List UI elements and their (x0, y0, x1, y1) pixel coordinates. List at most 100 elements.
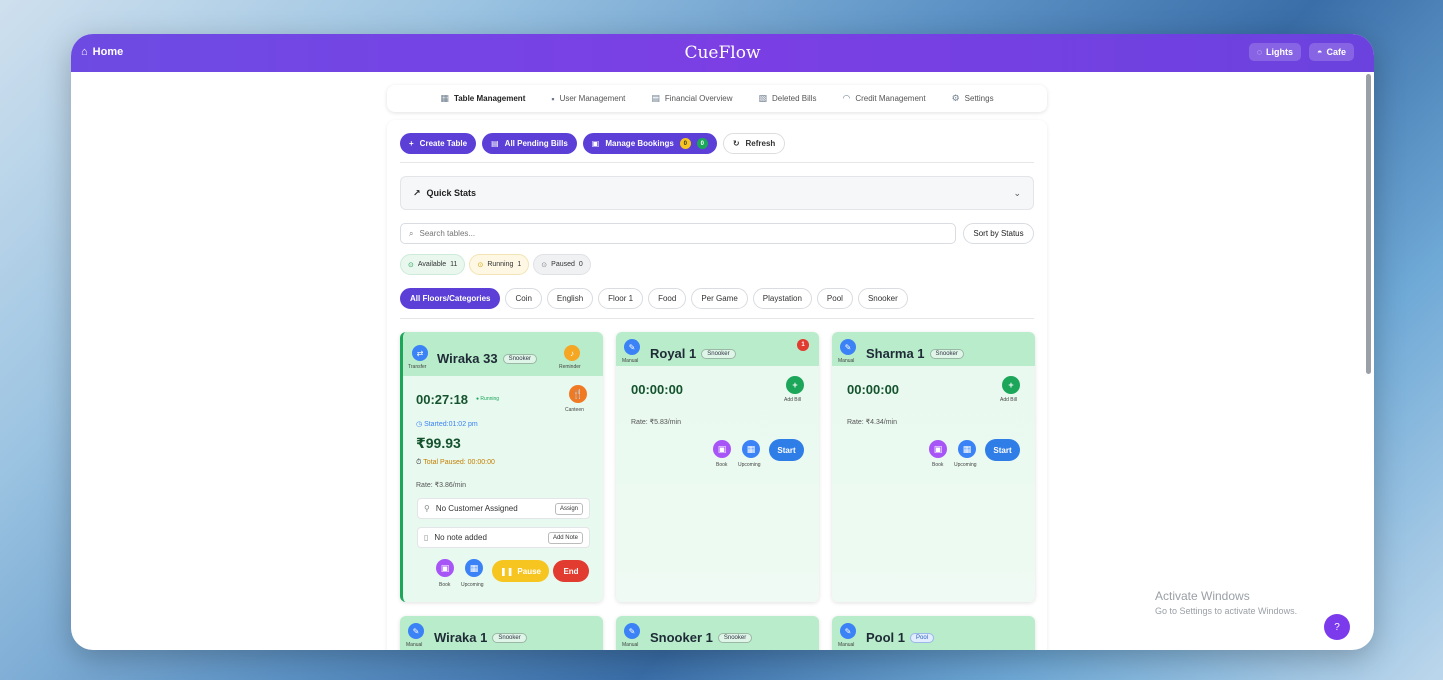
canteen-icon[interactable]: 🍴 (569, 385, 587, 403)
filter-count: 0 (578, 261, 583, 268)
help-button[interactable]: ? (1324, 614, 1350, 640)
book-button[interactable]: ▣ (436, 559, 454, 577)
button-label: All Pending Bills (504, 139, 568, 148)
search-input[interactable] (419, 229, 920, 238)
filter-label: Paused (551, 261, 575, 268)
chef-hat-icon: ◓ (1317, 47, 1323, 57)
category-coin[interactable]: Coin (505, 288, 542, 309)
main-tabs: ▦ Table Management ▪ User Management ▤ Fina… (387, 85, 1047, 112)
transfer-icon[interactable]: ⇄ (412, 345, 428, 361)
note-icon: ▯ (424, 533, 429, 542)
book-button[interactable]: ▣ (929, 440, 947, 458)
category-badge: Snooker (929, 348, 964, 359)
filter-available[interactable]: ⊙ Available 11 (400, 254, 466, 275)
upcoming-label: Upcoming (954, 462, 977, 468)
pending-bills-button[interactable]: ▤ All Pending Bills (482, 133, 577, 154)
table-card-wiraka-33[interactable]: ⇄ Transfer Wiraka 33 Snooker ♪ Reminder 0… (400, 332, 603, 602)
lights-button[interactable]: ◌ Lights (1248, 43, 1302, 61)
mode-label: Manual (838, 642, 855, 648)
tab-label: Financial Overview (664, 94, 733, 103)
bookings-pending-badge: 0 (679, 138, 691, 149)
stopwatch-icon: ⏱ (416, 459, 422, 466)
category-pool[interactable]: Pool (816, 288, 853, 309)
assign-button[interactable]: Assign (554, 502, 583, 515)
category-english[interactable]: English (546, 288, 594, 309)
upcoming-button[interactable]: ▦ (465, 559, 483, 577)
running-state: ● Running (476, 396, 500, 402)
divider (400, 162, 1034, 163)
receipt-icon: ▤ (491, 139, 499, 148)
tab-financial-overview[interactable]: ▤ Financial Overview (638, 93, 745, 104)
reminder-label: Reminder (559, 364, 581, 370)
plus-icon: + (409, 139, 414, 148)
add-note-button[interactable]: Add Note (547, 531, 583, 544)
quick-stats-label: Quick Stats (426, 188, 477, 198)
total-paused: ⏱ Total Paused: 00:00:00 (416, 459, 495, 467)
book-button[interactable]: ▣ (713, 440, 731, 458)
category-playstation[interactable]: Playstation (752, 288, 812, 309)
table-card-wiraka-1[interactable]: ✎ Manual Wiraka 1 Snooker (400, 616, 603, 650)
refresh-button[interactable]: ↻ Refresh (722, 133, 786, 154)
mode-label: Manual (838, 358, 855, 364)
tab-user-management[interactable]: ▪ User Management (538, 94, 638, 104)
cafe-label: Cafe (1326, 47, 1346, 57)
customer-label: No Customer Assigned (435, 504, 518, 513)
table-name: Royal 1 (650, 346, 697, 361)
cafe-button[interactable]: ◓ Cafe (1309, 43, 1354, 61)
add-bill-button[interactable]: + (786, 376, 804, 394)
calendar-icon: ▣ (591, 139, 600, 148)
manage-bookings-button[interactable]: ▣ Manage Bookings 0 0 (582, 133, 717, 154)
divider (400, 318, 1034, 319)
create-table-button[interactable]: + Create Table (400, 133, 477, 154)
table-card-pool-1[interactable]: ✎ Manual Pool 1 Pool (832, 616, 1035, 650)
end-button[interactable]: End (553, 560, 589, 582)
session-timer: 00:27:18 (416, 392, 469, 407)
chevron-down-icon: ⌄ (1013, 187, 1021, 198)
table-card-snooker-1[interactable]: ✎ Manual Snooker 1 Snooker (616, 616, 819, 650)
button-label: Create Table (419, 139, 468, 148)
filter-running[interactable]: ⊙ Running 1 (469, 254, 530, 275)
sort-button[interactable]: Sort by Status (963, 223, 1034, 244)
pause-button[interactable]: ❚❚ Pause (492, 560, 549, 582)
bookings-confirmed-badge: 0 (696, 138, 708, 149)
start-button[interactable]: Start (985, 439, 1020, 461)
filter-count: 1 (517, 261, 522, 268)
tab-label: Credit Management (855, 94, 926, 103)
category-food[interactable]: Food (648, 288, 687, 309)
filter-paused[interactable]: ⊙ Paused 0 (533, 254, 591, 275)
book-label: Book (932, 462, 944, 468)
category-badge: Snooker (717, 632, 753, 643)
quick-stats-toggle[interactable]: ↗ Quick Stats ⌄ (400, 176, 1034, 210)
category-snooker[interactable]: Snooker (857, 288, 908, 309)
tab-deleted-bills[interactable]: ▧ Deleted Bills (745, 93, 829, 104)
category-all[interactable]: All Floors/Categories (400, 288, 501, 309)
session-timer: 00:00:00 (631, 382, 684, 397)
table-name: Wiraka 1 (434, 630, 488, 645)
add-bill-label: Add Bill (1000, 397, 1017, 403)
started-label: Started:01:02 pm (424, 421, 478, 428)
chart-icon: ▤ (651, 93, 660, 103)
table-card-sharma-1[interactable]: ✎ Manual Sharma 1 Snooker 00:00:00 + Add … (832, 332, 1035, 602)
tab-credit-management[interactable]: ◠ Credit Management (829, 93, 938, 104)
book-label: Book (716, 462, 728, 468)
upcoming-button[interactable]: ▦ (742, 440, 760, 458)
start-button[interactable]: Start (769, 439, 804, 461)
button-label: Refresh (745, 139, 776, 148)
top-bar: ⌂ Home CueFlow ◌ Lights ◓ Cafe (71, 34, 1374, 72)
add-bill-button[interactable]: + (1002, 376, 1020, 394)
gauge-icon: ◠ (842, 93, 851, 103)
state-label: Running (480, 396, 500, 402)
watermark-subtitle: Go to Settings to activate Windows. (1155, 606, 1298, 616)
session-amount: ₹99.93 (416, 435, 461, 451)
bulb-icon: ◌ (1256, 47, 1263, 57)
scrollbar[interactable] (1366, 74, 1371, 374)
tab-settings[interactable]: ⚙ Settings (939, 93, 1007, 104)
pause-circle-icon: ⊙ (541, 261, 548, 269)
upcoming-button[interactable]: ▦ (958, 440, 976, 458)
category-per-game[interactable]: Per Game (691, 288, 748, 309)
category-floor-1[interactable]: Floor 1 (598, 288, 644, 309)
bell-icon[interactable]: ♪ (564, 345, 580, 361)
activate-windows-watermark: Activate Windows Go to Settings to activ… (1155, 589, 1297, 616)
table-card-royal-1[interactable]: ✎ Manual Royal 1 Snooker 1 00:00:00 + Add… (616, 332, 819, 602)
tab-table-management[interactable]: ▦ Table Management (427, 93, 538, 104)
